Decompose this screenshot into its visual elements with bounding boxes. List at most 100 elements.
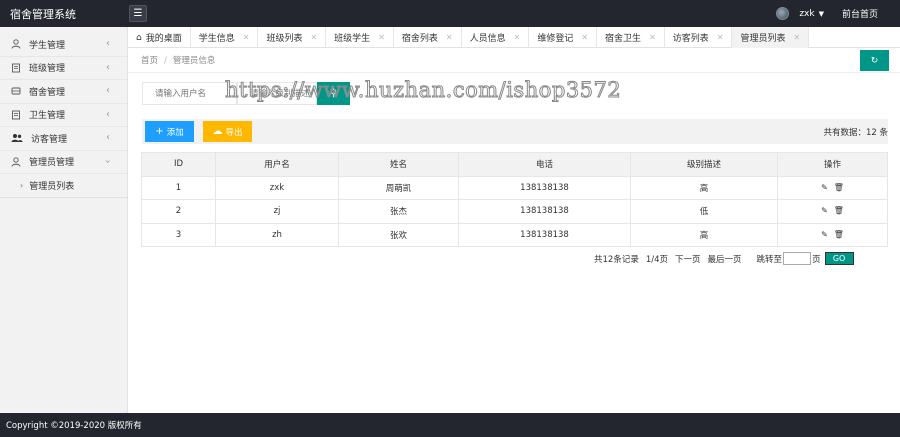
main-content: 首页 / 管理员信息 ↻ ⚲ +添加 ☁导出 共有数据：12 条 ID 用户名 姓名… — [128, 48, 900, 413]
tab-class-students[interactable]: 班级学生 ✕ — [326, 27, 394, 48]
sidebar-item-visitor[interactable]: 访客管理 ‹ — [0, 127, 127, 151]
tab-admin-list[interactable]: 管理员列表 ✕ — [732, 27, 810, 48]
tab-label: 班级列表 — [266, 34, 303, 44]
tab-dorm-list[interactable]: 宿舍列表 ✕ — [394, 27, 462, 48]
sidebar-item-student[interactable]: 学生管理 ‹ — [0, 33, 127, 57]
column-header: 操作 — [777, 152, 888, 177]
add-button-label: 添加 — [166, 127, 184, 138]
pager-next[interactable]: 下一页 — [675, 253, 701, 265]
app-title: 宿舍管理系统 — [10, 7, 76, 21]
close-icon[interactable]: ✕ — [243, 33, 250, 42]
close-icon[interactable]: ✕ — [717, 33, 724, 42]
avatar[interactable] — [776, 7, 790, 20]
edit-icon[interactable]: ✎ — [821, 206, 828, 215]
tab-label: 我的桌面 — [145, 34, 182, 44]
tab-label: 班级学生 — [334, 34, 371, 44]
tab-label: 管理员列表 — [740, 34, 786, 44]
chevron-left-icon: ‹ — [106, 108, 110, 120]
pagination: 共12条记录 1/4页 下一页 最后一页 跳转至 页 GO — [594, 252, 854, 265]
pager-records: 共12条记录 — [594, 254, 639, 265]
file-icon — [12, 110, 20, 120]
cell-id: 3 — [141, 222, 216, 247]
breadcrumb-separator: / — [164, 56, 167, 66]
user-name[interactable]: zxk — [799, 9, 814, 19]
divider — [128, 72, 900, 73]
close-icon[interactable]: ✕ — [310, 33, 317, 42]
search-button[interactable]: ⚲ — [317, 82, 350, 105]
close-icon[interactable]: ✕ — [649, 33, 656, 42]
search-icon: ⚲ — [329, 88, 338, 99]
column-header: 姓名 — [338, 152, 459, 177]
tab-class-list[interactable]: 班级列表 ✕ — [258, 27, 327, 48]
table-row: 2 zj 张杰 138138138 低 ✎ 🗑 — [141, 199, 888, 224]
refresh-icon: ↻ — [870, 55, 879, 66]
user-icon — [11, 39, 21, 49]
breadcrumb-home[interactable]: 首页 — [141, 56, 158, 66]
tab-label: 宿舍卫生 — [605, 34, 642, 44]
cell-id: 1 — [141, 175, 216, 200]
close-icon[interactable]: ✕ — [446, 33, 453, 42]
cell-name: 张杰 — [338, 199, 459, 224]
export-button[interactable]: ☁ 导出 — [203, 121, 252, 142]
admin-icon — [11, 157, 21, 167]
tab-label: 访客列表 — [672, 34, 709, 44]
sidebar-item-label: 学生管理 — [29, 40, 66, 51]
footer: Copyright ©2019-2020 版权所有 — [0, 413, 900, 437]
cell-level: 高 — [630, 175, 778, 200]
sidebar-item-hygiene[interactable]: 卫生管理 ‹ — [0, 104, 127, 127]
cell-actions: ✎ 🗑 — [777, 199, 888, 224]
tab-student-info[interactable]: 学生信息 ✕ — [191, 27, 259, 48]
go-button[interactable]: GO — [824, 252, 854, 265]
close-icon[interactable]: ✕ — [514, 33, 521, 42]
edit-icon[interactable]: ✎ — [821, 230, 828, 239]
table-row: 3 zh 张欢 138138138 高 ✎ 🗑 — [141, 222, 888, 247]
tab-visitor-list[interactable]: 访客列表 ✕ — [665, 27, 733, 48]
cell-username: zxk — [215, 175, 339, 200]
level-search-input[interactable] — [237, 82, 317, 105]
pager-unit: 页 — [812, 254, 821, 265]
breadcrumb: 首页 / 管理员信息 — [141, 54, 215, 66]
cloud-upload-icon: ☁ — [212, 126, 223, 137]
sidebar-subitem-label: 管理员列表 — [29, 182, 75, 192]
tab-personnel[interactable]: 人员信息 ✕ — [462, 27, 530, 48]
trash-icon[interactable]: 🗑 — [834, 230, 844, 239]
caret-down-icon[interactable]: ▼ — [819, 10, 824, 18]
top-header: 宿舍管理系统 ☰ zxk ▼ 前台首页 — [0, 0, 900, 27]
tab-bar: ⌂ 我的桌面 学生信息 ✕ 班级列表 ✕ 班级学生 ✕ 宿舍列表 ✕ 人员信息 ✕ 维修登记… — [128, 27, 900, 48]
cell-phone: 138138138 — [458, 222, 631, 247]
cell-actions: ✎ 🗑 — [777, 175, 888, 200]
column-header: 级别描述 — [630, 152, 778, 177]
header-user-area: zxk ▼ 前台首页 — [776, 0, 900, 27]
chevron-left-icon: ‹ — [106, 132, 110, 143]
close-icon[interactable]: ✕ — [794, 33, 801, 42]
sidebar-item-label: 管理员管理 — [29, 158, 75, 169]
table-toolbar: + 添加 ☁ 导出 共有数据：12 条 — [142, 119, 888, 144]
sidebar-item-label: 访客管理 — [31, 134, 68, 145]
cell-name: 张欢 — [338, 222, 459, 247]
sidebar-subitem-admin-list[interactable]: › 管理员列表 — [0, 174, 127, 198]
front-page-link[interactable]: 前台首页 — [842, 7, 878, 20]
trash-icon[interactable]: 🗑 — [834, 183, 844, 192]
tab-desktop[interactable]: ⌂ 我的桌面 — [128, 27, 191, 48]
total-value: 12 条 — [865, 128, 888, 138]
cell-level: 高 — [630, 222, 778, 247]
plus-icon: + — [155, 126, 164, 137]
pager-last[interactable]: 最后一页 — [708, 253, 742, 265]
admin-table: ID 用户名 姓名 电话 级别描述 操作 1 zxk 周萌凯 138138138… — [141, 152, 888, 247]
chevron-right-icon: › — [20, 181, 24, 190]
cell-name: 周萌凯 — [338, 175, 459, 200]
trash-icon[interactable]: 🗑 — [834, 206, 844, 215]
hamburger-icon[interactable]: ☰ — [129, 5, 147, 22]
sidebar-item-admin[interactable]: 管理员管理 ‹ — [0, 151, 127, 174]
close-icon[interactable]: ✕ — [581, 33, 588, 42]
sidebar-item-class[interactable]: 班级管理 ‹ — [0, 57, 127, 80]
tab-repair[interactable]: 维修登记 ✕ — [529, 27, 598, 48]
sidebar-item-dorm[interactable]: 宿舍管理 ‹ — [0, 80, 127, 104]
page-number-input[interactable] — [783, 252, 812, 265]
add-button[interactable]: + 添加 — [145, 121, 194, 142]
edit-icon[interactable]: ✎ — [821, 183, 828, 192]
refresh-button[interactable]: ↻ — [860, 50, 889, 71]
close-icon[interactable]: ✕ — [378, 33, 385, 42]
username-search-input[interactable] — [142, 82, 237, 105]
tab-hygiene[interactable]: 宿舍卫生 ✕ — [597, 27, 665, 48]
